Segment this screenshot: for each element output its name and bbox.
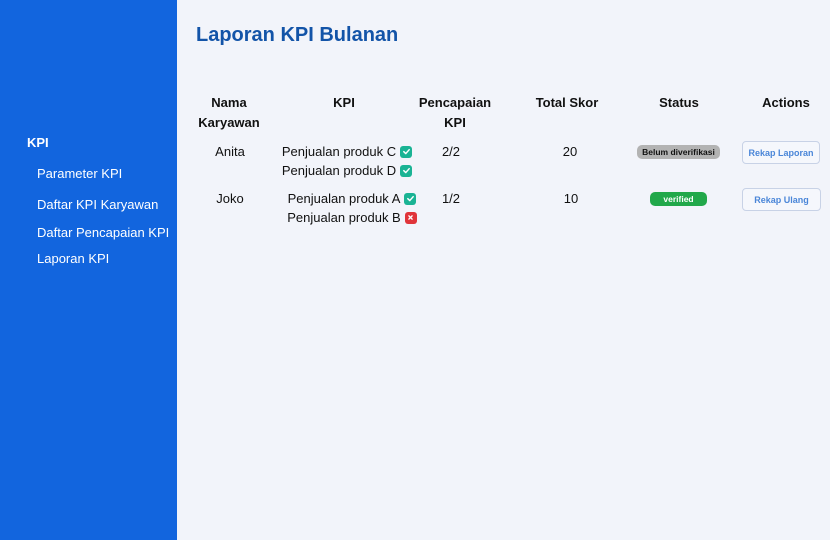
row1-kpi-list: Penjualan produk C Penjualan produk D — [272, 142, 422, 180]
kpi-label: Penjualan produk B — [287, 210, 401, 225]
header-nama-karyawan: Nama Karyawan — [189, 93, 269, 133]
sidebar-item-daftar-pencapaian-kpi[interactable]: Daftar Pencapaian KPI — [37, 225, 169, 240]
header-status: Status — [659, 95, 699, 110]
list-item: Penjualan produk C — [272, 142, 422, 161]
check-icon — [404, 192, 417, 205]
sidebar-section-kpi: KPI — [27, 135, 49, 150]
row2-name: Joko — [216, 191, 244, 206]
sidebar-item-daftar-kpi-karyawan[interactable]: Daftar KPI Karyawan — [37, 197, 158, 212]
list-item: Penjualan produk B — [272, 208, 432, 227]
kpi-label: Penjualan produk A — [287, 191, 401, 206]
row1-name: Anita — [215, 144, 245, 159]
sidebar: KPI Parameter KPI Daftar KPI Karyawan Da… — [0, 0, 177, 540]
header-pencapaian-kpi: Pencapaian KPI — [410, 93, 500, 133]
status-badge: verified — [650, 192, 707, 206]
rekap-laporan-button[interactable]: Rekap Laporan — [742, 141, 820, 164]
check-icon — [400, 164, 413, 177]
kpi-label: Penjualan produk C — [281, 144, 397, 159]
check-icon — [400, 145, 413, 158]
list-item: Penjualan produk A — [272, 189, 432, 208]
row2-kpi-list: Penjualan produk A Penjualan produk B — [272, 189, 432, 227]
header-pencapaian-line2: KPI — [444, 115, 466, 130]
kpi-label: Penjualan produk D — [281, 163, 397, 178]
sidebar-item-parameter-kpi[interactable]: Parameter KPI — [37, 166, 122, 181]
list-item: Penjualan produk D — [272, 161, 422, 180]
row1-pencapaian: 2/2 — [441, 144, 461, 159]
x-icon — [404, 211, 417, 224]
sidebar-item-laporan-kpi[interactable]: Laporan KPI — [37, 251, 109, 266]
header-pencapaian-line1: Pencapaian — [418, 95, 492, 110]
header-total-skor: Total Skor — [535, 95, 599, 110]
main-content: Laporan KPI Bulanan Nama Karyawan KPI Pe… — [177, 0, 830, 540]
status-badge: Belum diverifikasi — [637, 145, 720, 159]
header-nama-line2: Karyawan — [198, 115, 260, 130]
row2-pencapaian: 1/2 — [441, 191, 461, 206]
header-actions: Actions — [762, 95, 810, 110]
row1-total-skor: 20 — [562, 144, 578, 159]
header-kpi: KPI — [333, 95, 355, 110]
header-nama-line1: Nama — [211, 95, 247, 110]
row2-total-skor: 10 — [563, 191, 579, 206]
page-title: Laporan KPI Bulanan — [196, 24, 399, 46]
rekap-ulang-button[interactable]: Rekap Ulang — [742, 188, 821, 211]
